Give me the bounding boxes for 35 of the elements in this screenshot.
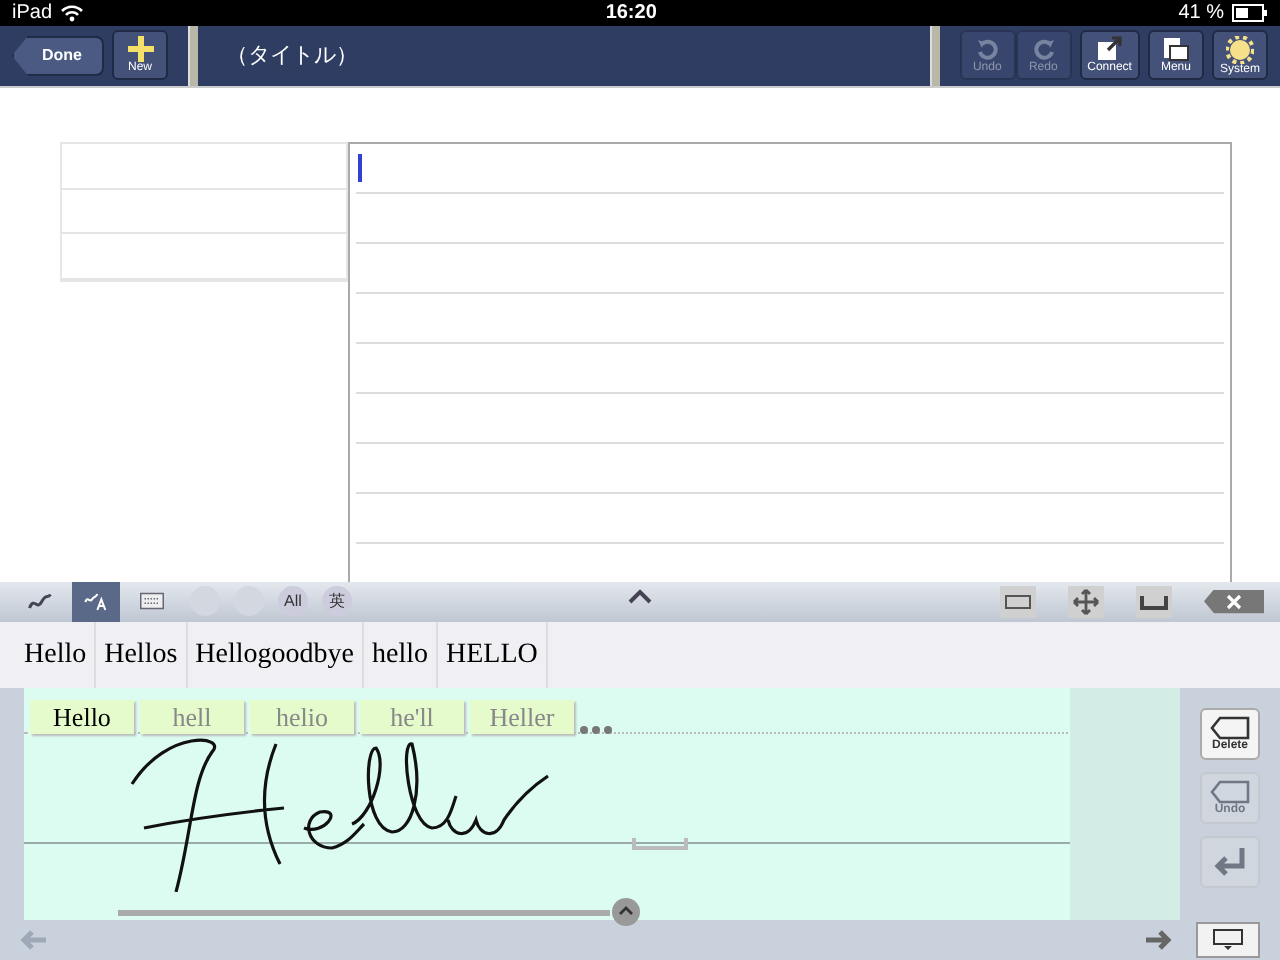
caret-up-icon[interactable] [628, 587, 652, 604]
plus-icon [127, 36, 153, 63]
wifi-icon [60, 3, 85, 22]
battery-percent: 41 % [1178, 1, 1224, 24]
windows-icon [1161, 36, 1190, 63]
squiggle-icon [28, 589, 52, 614]
undo-tag-icon [1210, 779, 1250, 804]
carrier-label: iPad [12, 1, 53, 24]
move-arrows-icon[interactable] [1068, 585, 1104, 618]
disabled-circle-icon [234, 586, 264, 617]
redo-arrow-icon [1031, 37, 1056, 62]
backspace-icon[interactable] [1204, 589, 1264, 614]
text-cursor [358, 153, 362, 182]
filter-button[interactable]: 英 [322, 586, 352, 617]
more-dots-icon[interactable] [580, 725, 612, 734]
keyboard-down-icon [1212, 927, 1244, 952]
undo-arrow-icon [975, 37, 1000, 62]
handwriting-area[interactable]: Hello hell helio he'll Heller [24, 687, 1180, 920]
scroll-handle[interactable] [612, 897, 640, 926]
return-arrow-icon [1212, 845, 1248, 878]
done-button[interactable]: Done [12, 35, 104, 76]
suggestion-chip[interactable]: Hello [30, 699, 134, 734]
disabled-circle-icon [190, 586, 220, 617]
scroll-track[interactable] [118, 909, 610, 916]
space-icon[interactable] [1136, 585, 1172, 618]
export-arrow-icon [1095, 36, 1124, 63]
backspace-icon [1210, 715, 1250, 740]
recognize-mode-button[interactable] [72, 581, 120, 622]
document-title: （タイトル） [224, 42, 360, 71]
hide-keyboard-button[interactable] [1196, 921, 1260, 958]
right-arrow-icon[interactable] [1144, 929, 1172, 950]
clock-time: 16:20 [603, 1, 659, 24]
battery-icon [1232, 3, 1268, 22]
filter-button[interactable]: All [278, 586, 308, 617]
space-marker-icon [632, 837, 688, 850]
